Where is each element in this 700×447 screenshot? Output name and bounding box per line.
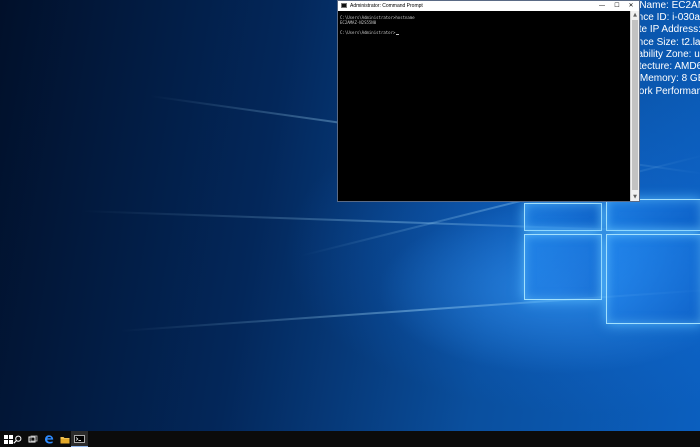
search-button[interactable] — [9, 431, 25, 447]
windows-logo-pane — [524, 203, 602, 231]
bginfo-availability-zone: Availability Zone: us — [640, 49, 700, 60]
command-prompt-icon — [341, 3, 347, 8]
edge-browser-button[interactable] — [41, 431, 57, 447]
windows-logo-pane — [606, 234, 700, 324]
search-icon — [12, 435, 21, 444]
close-button[interactable]: ✕ — [624, 1, 638, 11]
terminal-output[interactable]: C:\Users\Administrator>hostname EC2AMAZ-… — [338, 11, 630, 201]
command-prompt-icon — [74, 434, 85, 443]
bginfo-total-memory: Total Memory: 8 GB — [640, 73, 700, 84]
maximize-button[interactable]: ☐ — [610, 1, 624, 11]
edge-browser-icon — [45, 435, 54, 444]
task-view-button[interactable] — [25, 431, 41, 447]
command-prompt-taskbar-button[interactable] — [71, 431, 88, 447]
minimize-button[interactable]: — — [595, 1, 609, 11]
command-prompt-window[interactable]: Administrator: Command Prompt — ☐ ✕ C:\U… — [337, 0, 640, 202]
scroll-up-icon[interactable]: ▲ — [631, 11, 639, 19]
terminal-prompt: C:\Users\Administrator> — [340, 30, 396, 35]
task-view-icon — [28, 435, 38, 442]
bginfo-overlay: Host Name: EC2AMAZ-N2S55N0 Instance ID: … — [640, 0, 700, 110]
terminal-prompt-line[interactable]: C:\Users\Administrator> — [340, 30, 400, 35]
bginfo-private-ip: Private IP Address: 1 — [640, 24, 700, 35]
scrollbar-thumb[interactable] — [632, 20, 638, 190]
terminal-line: EC2AMAZ-N2S55N0 — [340, 20, 377, 25]
text-cursor — [396, 34, 400, 35]
scroll-down-icon[interactable]: ▼ — [631, 193, 639, 201]
bginfo-instance-size: Instance Size: t2.large — [640, 37, 700, 48]
window-title: Administrator: Command Prompt — [350, 3, 423, 9]
taskbar — [0, 431, 700, 447]
bginfo-instance-id: Instance ID: i-030ad — [640, 12, 700, 23]
file-explorer-icon — [60, 436, 70, 443]
bginfo-architecture: Architecture: AMD64 — [640, 61, 700, 72]
bginfo-host-name: Host Name: EC2AMAZ-N2S55N0 — [640, 0, 700, 11]
windows-logo-pane — [524, 234, 602, 300]
vertical-scrollbar[interactable]: ▲ ▼ — [630, 11, 639, 201]
bginfo-network-performance: Network Performance — [640, 86, 700, 97]
window-titlebar[interactable]: Administrator: Command Prompt — ☐ ✕ — [338, 1, 639, 11]
windows-logo-pane — [606, 199, 700, 231]
